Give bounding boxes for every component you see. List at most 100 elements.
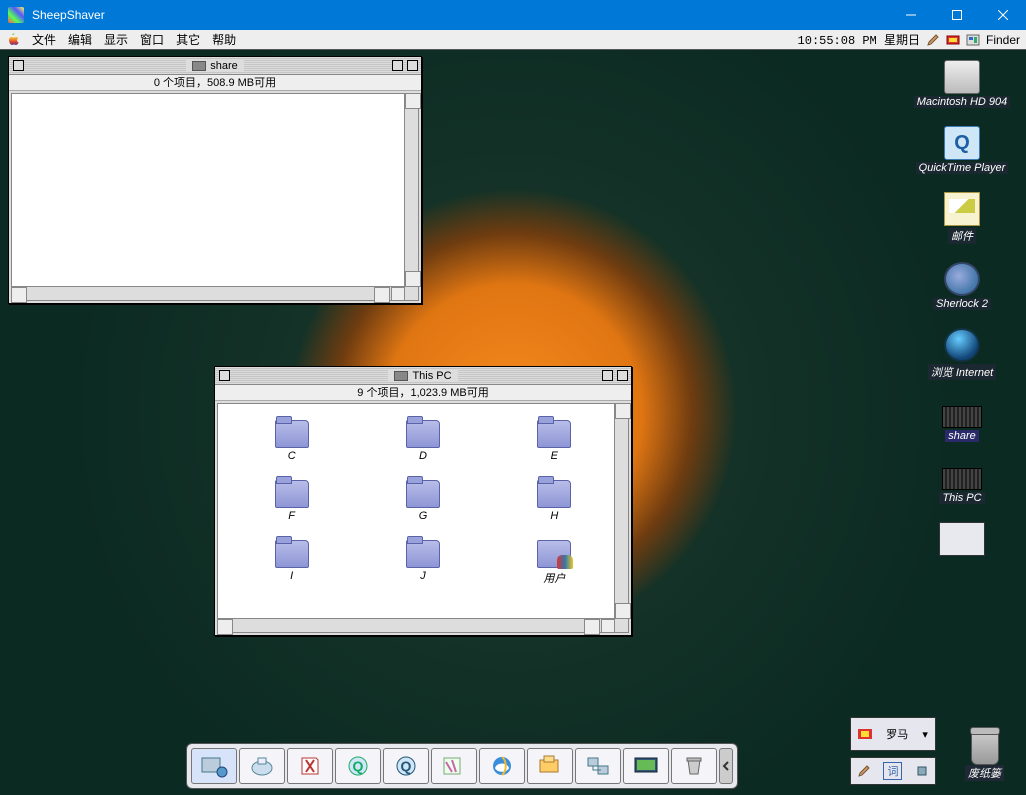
menu-help[interactable]: 帮助 xyxy=(212,31,236,48)
dock-network[interactable] xyxy=(575,748,621,784)
dock-stickies[interactable] xyxy=(431,748,477,784)
keyboard-layout-icon[interactable] xyxy=(946,33,960,47)
vertical-scrollbar[interactable] xyxy=(614,404,628,618)
desktop-icon-quicktime[interactable]: QuickTime Player xyxy=(916,126,1009,174)
window-content[interactable]: C D E F G H I J 用户 xyxy=(217,403,629,633)
dock-internet-explorer[interactable] xyxy=(479,748,525,784)
ime-script-label: 罗马 xyxy=(886,726,908,742)
folder-icon xyxy=(406,540,440,568)
window-info-bar: 0 个项目，508.9 MB可用 xyxy=(9,75,421,91)
folder-grid: C D E F G H I J 用户 xyxy=(218,404,628,596)
apple-menu-icon[interactable] xyxy=(6,33,20,47)
desktop-trash[interactable]: 废纸篓 xyxy=(965,731,1004,781)
pencil-icon[interactable] xyxy=(926,33,940,47)
desktop-icon-control-strip-module[interactable] xyxy=(939,522,985,556)
quicktime-icon xyxy=(944,126,980,160)
chevron-down-icon: ▾ xyxy=(922,728,928,741)
clock[interactable]: 10:55:08 PM 星期日 xyxy=(798,31,920,48)
folder-f[interactable]: F xyxy=(246,480,337,522)
dock-video[interactable]: Q xyxy=(383,748,429,784)
close-button[interactable] xyxy=(980,0,1026,30)
window-titlebar[interactable]: This PC xyxy=(215,367,631,385)
minimize-button[interactable] xyxy=(888,0,934,30)
dock-trash[interactable] xyxy=(671,748,717,784)
tool-icon xyxy=(916,765,928,777)
horizontal-scrollbar[interactable] xyxy=(12,286,404,300)
mail-icon xyxy=(944,192,980,226)
disk-icon xyxy=(944,60,980,94)
window-title: SheepShaver xyxy=(32,8,105,22)
finder-window-share[interactable]: share 0 个项目，508.9 MB可用 xyxy=(8,56,422,304)
desktop-icon-share[interactable]: share xyxy=(942,398,982,442)
svg-text:Q: Q xyxy=(401,758,412,774)
window-title-text: share xyxy=(210,60,238,72)
ime-script-palette[interactable]: 罗马 ▾ xyxy=(850,717,936,751)
dock-pdf[interactable] xyxy=(287,748,333,784)
folder-users[interactable]: 用户 xyxy=(509,540,600,586)
dock-appleshare[interactable] xyxy=(191,748,237,784)
pc-folder-icon xyxy=(942,468,982,490)
folder-h[interactable]: H xyxy=(509,480,600,522)
control-strip-collapse[interactable] xyxy=(719,748,733,784)
folder-g[interactable]: G xyxy=(377,480,468,522)
desktop-icon-this-pc[interactable]: This PC xyxy=(939,460,984,504)
folder-d[interactable]: D xyxy=(377,420,468,462)
dock-quicktime[interactable]: Q xyxy=(335,748,381,784)
window-close-box[interactable] xyxy=(13,60,24,71)
users-folder-icon xyxy=(537,540,571,568)
folder-icon xyxy=(275,480,309,508)
pc-folder-mini-icon xyxy=(192,61,206,71)
ime-mode-label: 词 xyxy=(883,762,902,780)
vertical-scrollbar[interactable] xyxy=(404,94,418,286)
menu-window[interactable]: 窗口 xyxy=(140,31,164,48)
pc-folder-mini-icon xyxy=(394,371,408,381)
mac-os-desktop[interactable]: 文件 编辑 显示 窗口 其它 帮助 10:55:08 PM 星期日 Finder… xyxy=(0,30,1026,795)
menu-special[interactable]: 其它 xyxy=(176,31,200,48)
window-collapse-box[interactable] xyxy=(407,60,418,71)
desktop-icons: Macintosh HD 904 QuickTime Player 邮件 She… xyxy=(902,60,1022,556)
application-menu-icon[interactable] xyxy=(966,33,980,47)
pc-folder-icon xyxy=(942,406,982,428)
control-strip-icon xyxy=(939,522,985,556)
horizontal-scrollbar[interactable] xyxy=(218,618,614,632)
dock-printer[interactable] xyxy=(239,748,285,784)
folder-j[interactable]: J xyxy=(377,540,468,586)
resize-handle[interactable] xyxy=(614,618,628,632)
window-zoom-box[interactable] xyxy=(392,60,403,71)
resize-handle[interactable] xyxy=(404,286,418,300)
dock-files[interactable] xyxy=(527,748,573,784)
maximize-button[interactable] xyxy=(934,0,980,30)
folder-c[interactable]: C xyxy=(246,420,337,462)
window-zoom-box[interactable] xyxy=(602,370,613,381)
folder-icon xyxy=(537,480,571,508)
window-close-box[interactable] xyxy=(219,370,230,381)
window-collapse-box[interactable] xyxy=(617,370,628,381)
desktop-icon-browse-internet[interactable]: 浏览 Internet xyxy=(928,328,996,380)
dock-monitor[interactable] xyxy=(623,748,669,784)
folder-icon xyxy=(275,540,309,568)
window-title-text: This PC xyxy=(412,370,451,382)
folder-e[interactable]: E xyxy=(509,420,600,462)
folder-icon xyxy=(406,420,440,448)
folder-icon xyxy=(275,420,309,448)
sherlock-icon xyxy=(944,262,980,296)
menu-file[interactable]: 文件 xyxy=(32,31,56,48)
application-menu[interactable]: Finder xyxy=(986,33,1020,47)
svg-text:Q: Q xyxy=(353,758,364,774)
app-icon xyxy=(8,7,24,23)
menu-view[interactable]: 显示 xyxy=(104,31,128,48)
control-strip[interactable]: Q Q xyxy=(186,743,738,789)
mac-menubar[interactable]: 文件 编辑 显示 窗口 其它 帮助 10:55:08 PM 星期日 Finder xyxy=(0,30,1026,50)
window-info-bar: 9 个项目，1,023.9 MB可用 xyxy=(215,385,631,401)
window-titlebar[interactable]: share xyxy=(9,57,421,75)
menu-edit[interactable]: 编辑 xyxy=(68,31,92,48)
desktop-icon-hd[interactable]: Macintosh HD 904 xyxy=(914,60,1011,108)
window-content[interactable] xyxy=(11,93,419,301)
ime-mode-palette[interactable]: 词 xyxy=(850,757,936,785)
finder-window-thispc[interactable]: This PC 9 个项目，1,023.9 MB可用 C D E F G H I… xyxy=(214,366,632,636)
globe-icon xyxy=(944,328,980,362)
folder-i[interactable]: I xyxy=(246,540,337,586)
windows-titlebar[interactable]: SheepShaver xyxy=(0,0,1026,30)
desktop-icon-sherlock[interactable]: Sherlock 2 xyxy=(933,262,991,310)
desktop-icon-mail[interactable]: 邮件 xyxy=(944,192,980,244)
